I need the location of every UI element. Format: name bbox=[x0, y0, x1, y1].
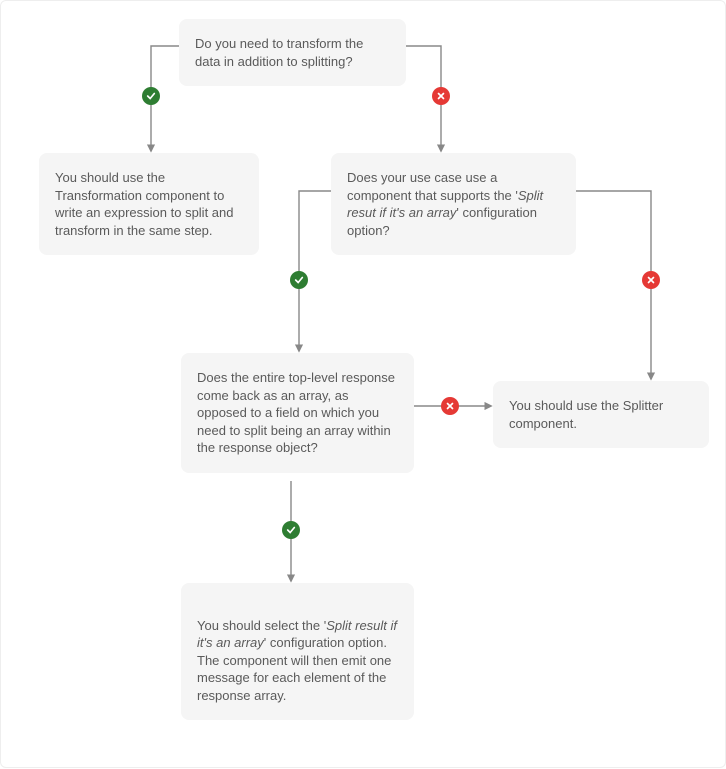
decision-q3: Does the entire top-level response come … bbox=[181, 353, 414, 473]
terminal-a3: You should select the 'Split result if i… bbox=[181, 583, 414, 720]
decision-q1: Do you need to transform the data in add… bbox=[179, 19, 406, 86]
terminal-a2: You should use the Splitter component. bbox=[493, 381, 709, 448]
x-icon bbox=[642, 271, 660, 289]
terminal-a1: You should use the Transformation compon… bbox=[39, 153, 259, 255]
node-text: Does the entire top-level response come … bbox=[197, 370, 395, 455]
check-icon bbox=[142, 87, 160, 105]
node-text: You should use the Transformation compon… bbox=[55, 170, 233, 238]
check-icon bbox=[290, 271, 308, 289]
check-icon bbox=[282, 521, 300, 539]
node-text-pre: You should select the ' bbox=[197, 618, 326, 633]
node-text: You should use the Splitter component. bbox=[509, 398, 663, 431]
decision-q2: Does your use case use a component that … bbox=[331, 153, 576, 255]
x-icon bbox=[432, 87, 450, 105]
node-text-pre: Does your use case use a component that … bbox=[347, 170, 518, 203]
node-text: Do you need to transform the data in add… bbox=[195, 36, 363, 69]
x-icon bbox=[441, 397, 459, 415]
